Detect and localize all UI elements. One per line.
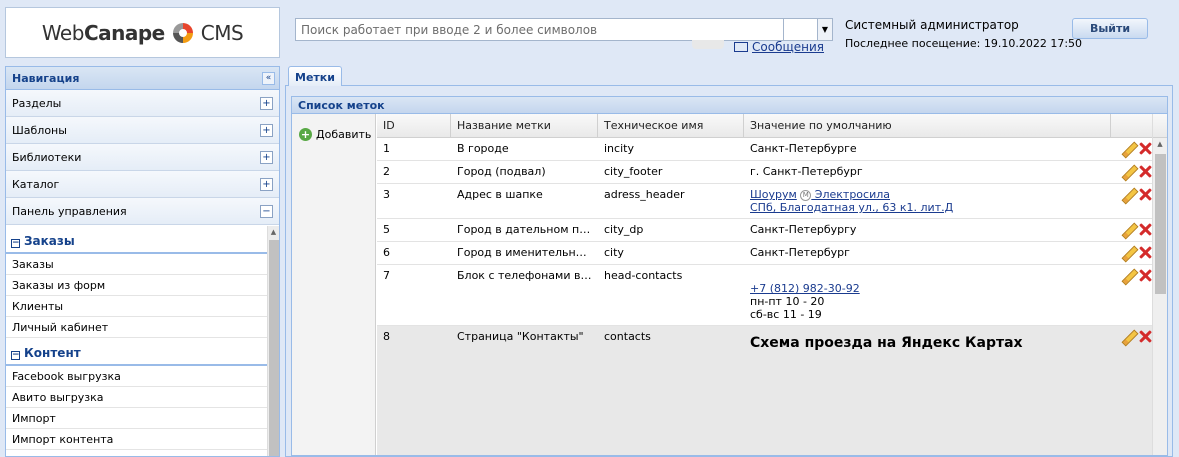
chevron-down-icon[interactable]: ▼ <box>817 19 832 40</box>
panel-title: Список меток <box>292 97 1167 114</box>
navigation-panel: Навигация « Разделы + Шаблоны + Библиотеки… <box>5 66 280 457</box>
tags-table: ID Название метки Техническое имя Значен… <box>377 114 1167 455</box>
search-input[interactable] <box>296 19 783 40</box>
pencil-icon[interactable] <box>1121 246 1135 260</box>
main-panel: Список меток + Добавить ID Название метк… <box>285 86 1173 457</box>
phone-link[interactable]: +7 (812) 982-30-92 <box>750 282 860 295</box>
nav-item-clients[interactable]: Клиенты <box>6 296 267 317</box>
mail-icon <box>734 42 748 52</box>
table-scrollbar[interactable]: ▲ <box>1152 114 1167 455</box>
column-header-actions <box>1111 114 1156 137</box>
nav-tree: − Заказы Заказы Заказы из форм Клиенты Ли… <box>6 226 267 456</box>
messages-link[interactable]: Сообщения <box>734 40 824 54</box>
group-orders[interactable]: − Заказы <box>6 226 267 254</box>
delete-icon[interactable] <box>1139 330 1152 343</box>
logo[interactable]: WebCanape CMS <box>5 7 280 58</box>
group-content[interactable]: − Контент <box>6 338 267 366</box>
nav-item-avito[interactable]: Авито выгрузка <box>6 387 267 408</box>
nav-title: Навигация <box>12 71 80 85</box>
nav-header: Навигация « <box>6 67 279 90</box>
nav-item-form-orders[interactable]: Заказы из форм <box>6 275 267 296</box>
nav-item-import[interactable]: Импорт <box>6 408 267 429</box>
column-header-value[interactable]: Значение по умолчанию <box>744 114 1111 137</box>
table-row[interactable]: 1 В городе incity Санкт-Петербурге <box>377 138 1167 161</box>
delete-icon[interactable] <box>1139 142 1152 155</box>
add-button[interactable]: + Добавить <box>299 128 371 141</box>
nav-section-panel[interactable]: Панель управления − <box>6 198 279 225</box>
messages-link-label: Сообщения <box>752 40 825 54</box>
table-header: ID Название метки Техническое имя Значен… <box>377 114 1167 138</box>
logo-mark-icon <box>172 22 193 43</box>
expand-icon[interactable]: + <box>260 96 273 110</box>
expand-icon[interactable]: + <box>260 150 273 164</box>
metro-icon: М <box>800 189 812 201</box>
pencil-icon[interactable] <box>1121 188 1135 202</box>
nav-section-biblioteki[interactable]: Библиотеки + <box>6 144 279 171</box>
search-spacer <box>783 19 817 40</box>
table-row[interactable]: 5 Город в дательном паде... city_dp Санк… <box>377 219 1167 242</box>
address-link[interactable]: СПб, Благодатная ул., 63 к1. лит.Д <box>750 201 953 214</box>
toolbar: + Добавить <box>292 114 376 455</box>
nav-scrollbar[interactable]: ▲ <box>267 226 279 456</box>
scroll-up-icon[interactable]: ▲ <box>1153 138 1167 150</box>
scroll-thumb[interactable] <box>269 240 279 456</box>
user-name: Системный администратор <box>845 18 1019 32</box>
collapse-icon[interactable]: − <box>260 204 273 218</box>
nav-section-shablony[interactable]: Шаблоны + <box>6 117 279 144</box>
nav-item-facebook[interactable]: Facebook выгрузка <box>6 366 267 387</box>
minus-icon: − <box>11 350 20 360</box>
add-button-label: Добавить <box>316 128 372 141</box>
delete-icon[interactable] <box>1139 165 1152 178</box>
table-row[interactable]: 2 Город (подвал) city_footer г. Санкт-Пе… <box>377 161 1167 184</box>
expand-icon[interactable]: + <box>260 177 273 191</box>
nav-section-katalog[interactable]: Каталог + <box>6 171 279 198</box>
scroll-up-icon[interactable]: ▲ <box>268 226 279 238</box>
expand-icon[interactable]: + <box>260 123 273 137</box>
collapse-left-icon[interactable]: « <box>262 71 275 85</box>
column-header-tech[interactable]: Техническое имя <box>598 114 744 137</box>
column-header-id[interactable]: ID <box>377 114 451 137</box>
add-icon: + <box>299 128 312 141</box>
notification-tab[interactable] <box>692 40 724 49</box>
pencil-icon[interactable] <box>1121 269 1135 283</box>
metro-station-link[interactable]: Электросила <box>811 188 890 201</box>
table-row[interactable]: 8 Страница "Контакты" contacts Схема про… <box>377 326 1167 455</box>
minus-icon: − <box>11 238 20 248</box>
scroll-thumb[interactable] <box>1155 154 1166 294</box>
delete-icon[interactable] <box>1139 223 1152 236</box>
map-heading: Схема проезда на Яндекс Картах <box>750 335 1023 351</box>
tab-metki[interactable]: Метки <box>288 66 342 87</box>
logo-text: WebCanape <box>41 20 165 45</box>
table-row[interactable]: 3 Адрес в шапке adress_header Шоурум М Э… <box>377 184 1167 219</box>
column-header-name[interactable]: Название метки <box>451 114 598 137</box>
tags-list-panel: Список меток + Добавить ID Название метк… <box>291 96 1168 456</box>
showroom-link[interactable]: Шоурум <box>750 188 797 201</box>
nav-item-orders[interactable]: Заказы <box>6 254 267 275</box>
pencil-icon[interactable] <box>1121 330 1135 344</box>
delete-icon[interactable] <box>1139 188 1152 201</box>
table-row[interactable]: 7 Блок с телефонами в ша... head-contact… <box>377 265 1167 326</box>
pencil-icon[interactable] <box>1121 165 1135 179</box>
delete-icon[interactable] <box>1139 246 1152 259</box>
delete-icon[interactable] <box>1139 269 1152 282</box>
tab-bar: Метки <box>285 64 1173 87</box>
pencil-icon[interactable] <box>1121 142 1135 156</box>
nav-item-import-content[interactable]: Импорт контента <box>6 429 267 450</box>
nav-item-cabinet[interactable]: Личный кабинет <box>6 317 267 338</box>
table-row[interactable]: 6 Город в именительном п... city Санкт-П… <box>377 242 1167 265</box>
nav-section-razdely[interactable]: Разделы + <box>6 90 279 117</box>
pencil-icon[interactable] <box>1121 223 1135 237</box>
logout-button[interactable]: Выйти <box>1072 18 1148 39</box>
search-box: ▼ <box>295 18 833 41</box>
last-visit: Последнее посещение: 19.10.2022 17:50 <box>845 37 1083 50</box>
logo-cms: CMS <box>200 20 244 45</box>
